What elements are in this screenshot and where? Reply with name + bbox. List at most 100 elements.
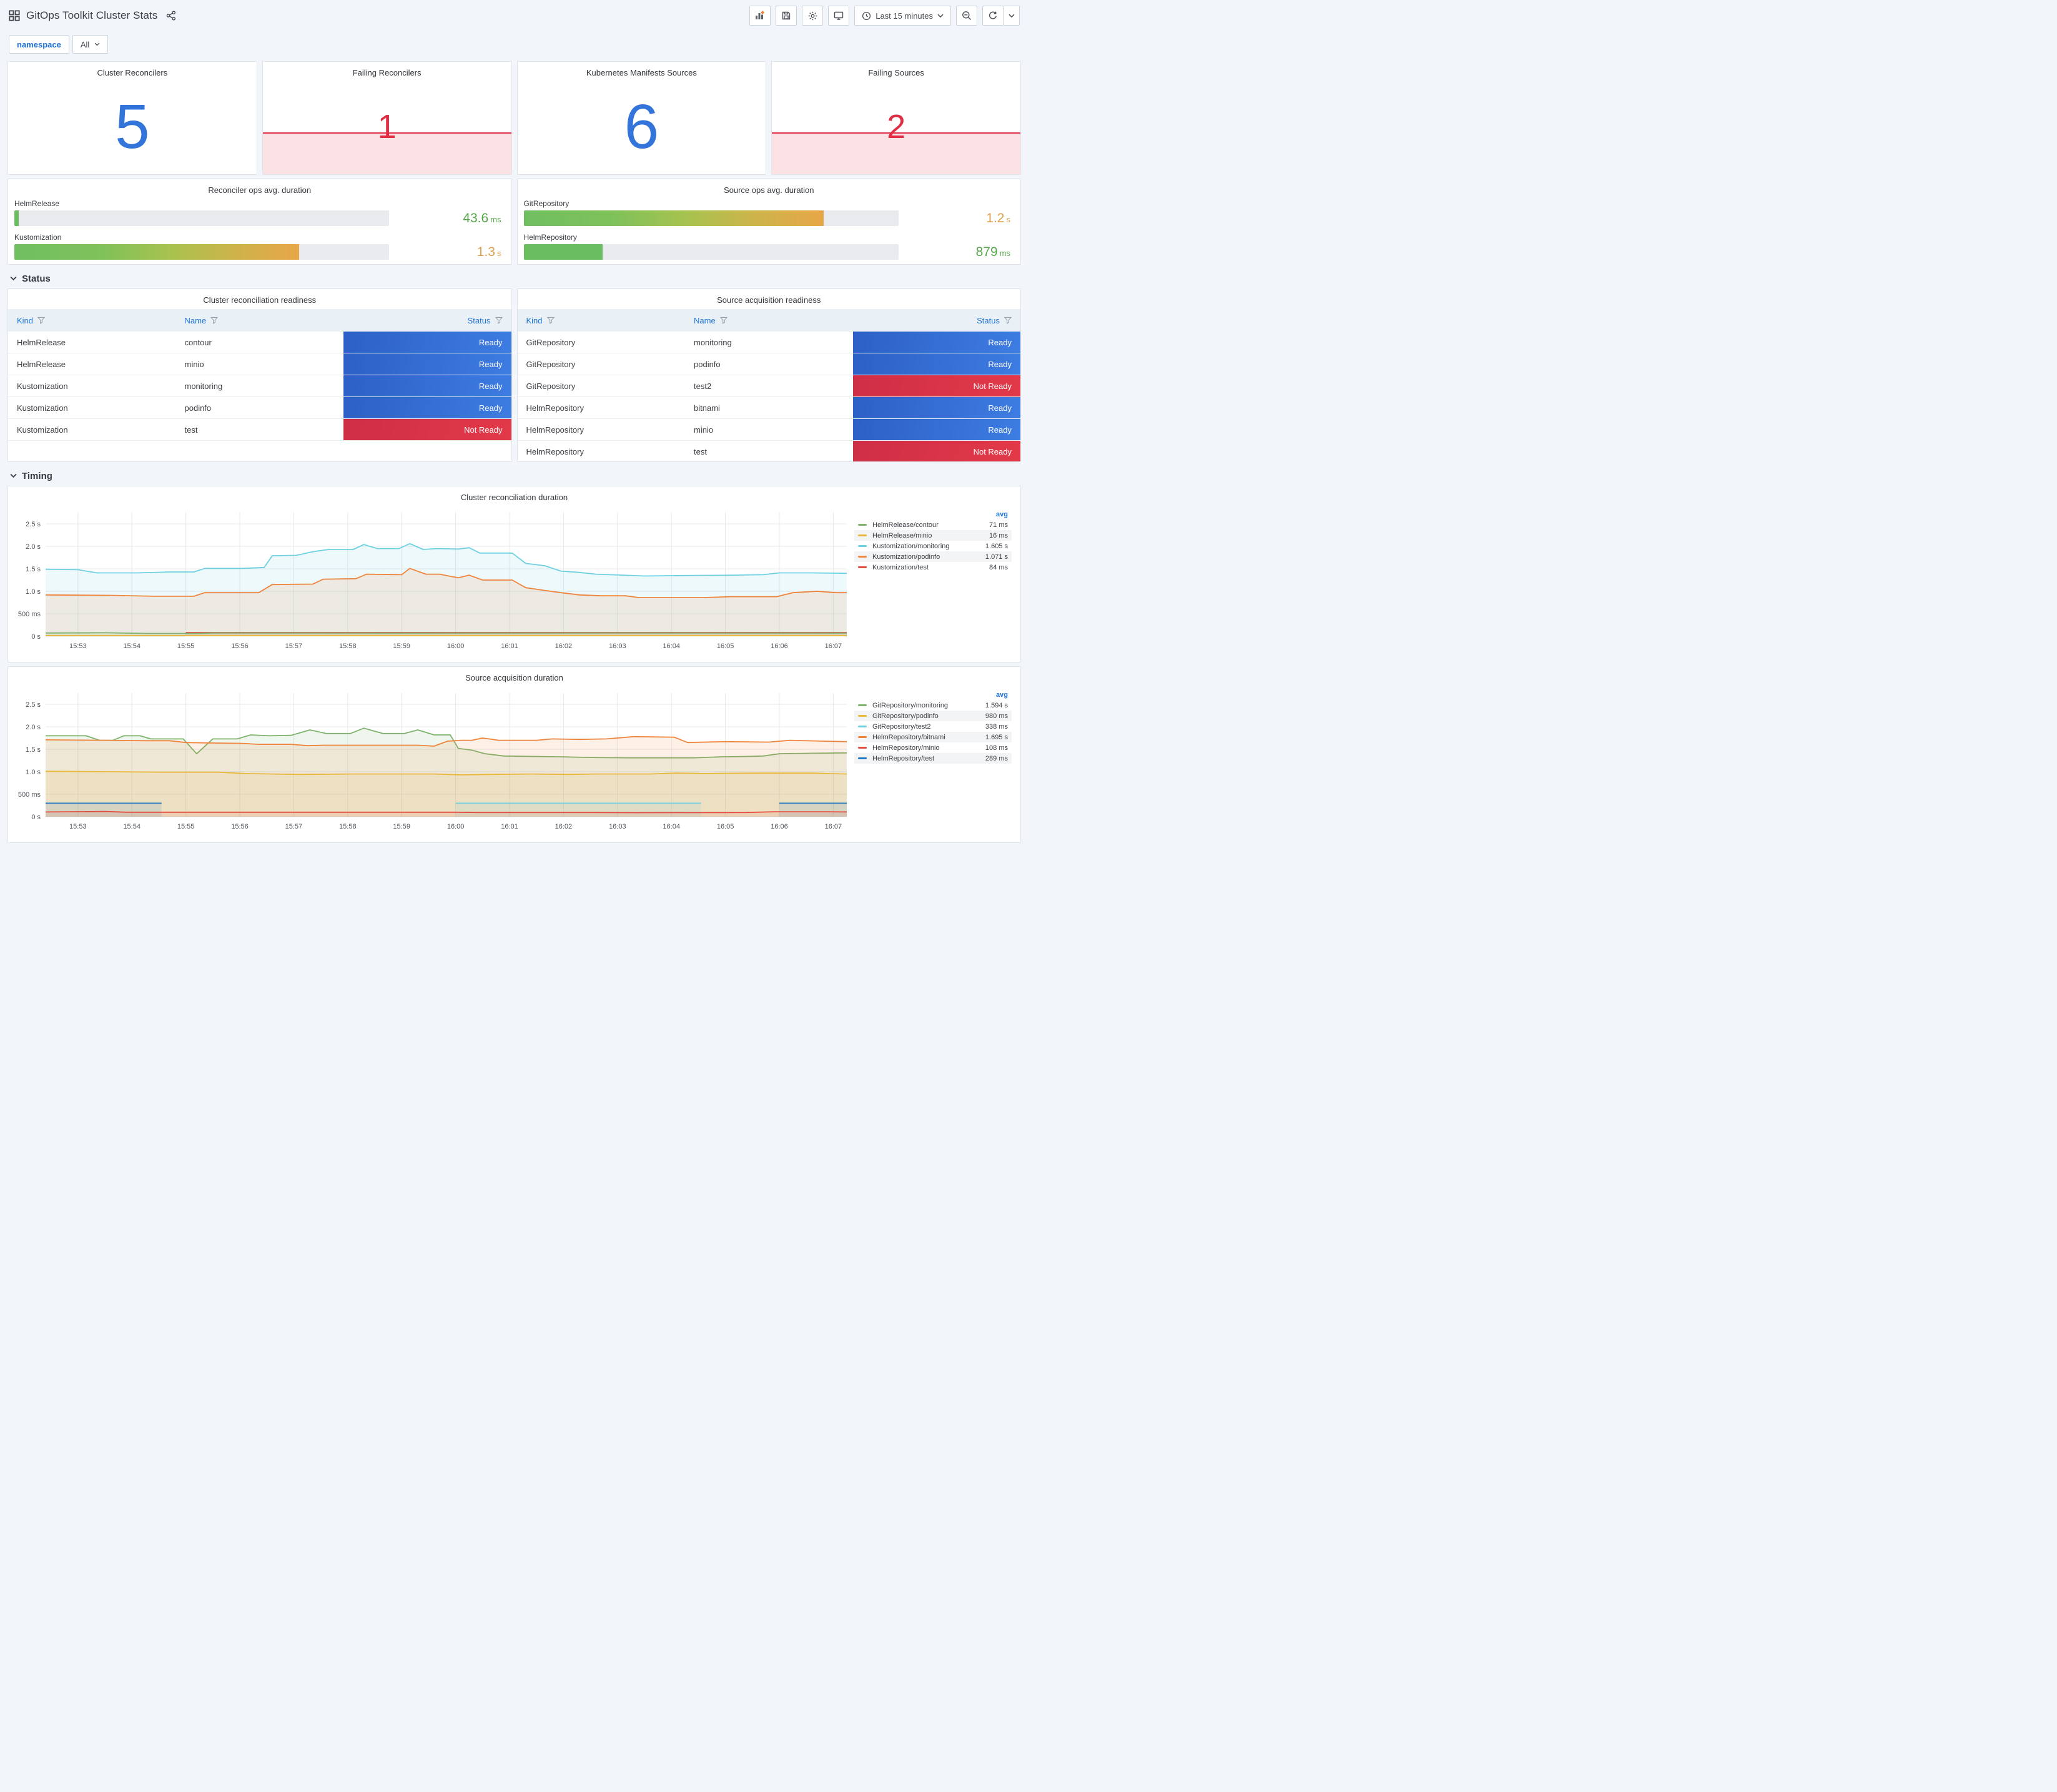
column-label: Status — [977, 315, 1000, 325]
table-column-header-status[interactable]: Status — [343, 316, 511, 325]
cycle-view-mode-button[interactable] — [828, 6, 850, 26]
share-dashboard-icon[interactable] — [166, 11, 176, 21]
legend-avg-header[interactable]: avg — [854, 509, 1012, 519]
cell-name: bitnami — [694, 403, 720, 413]
bar-gauge-bar-row: 1.3 s — [14, 244, 501, 260]
svg-text:15:53: 15:53 — [69, 823, 87, 830]
variable-namespace-label[interactable]: namespace — [9, 35, 69, 54]
cell-name: contour — [184, 337, 212, 347]
cell-status: Ready — [852, 353, 1020, 375]
legend-series-avg: 71 ms — [989, 521, 1008, 529]
bar-gauge-title: Source ops avg. duration — [723, 185, 814, 195]
zoom-out-button[interactable] — [956, 6, 977, 26]
legend-series-avg: 108 ms — [985, 744, 1008, 752]
table-row: Kustomization monitoring Ready — [8, 375, 511, 397]
cell-name: test — [184, 425, 198, 435]
legend-item[interactable]: HelmRepository/test 289 ms — [854, 753, 1012, 764]
bar-gauge-bar-row: 879 ms — [523, 244, 1010, 260]
legend-item[interactable]: Kustomization/test 84 ms — [854, 562, 1012, 573]
refresh-button[interactable] — [982, 6, 1004, 26]
svg-text:16:07: 16:07 — [825, 823, 842, 830]
timeseries-plot[interactable]: 15:53 15:54 15:55 15:56 15:57 15:58 15:59 16:00… — [12, 504, 852, 654]
legend-series-swatch — [858, 545, 867, 547]
svg-text:1.0 s: 1.0 s — [26, 588, 41, 596]
svg-text:16:05: 16:05 — [717, 642, 734, 650]
legend-item[interactable]: GitRepository/monitoring 1.594 s — [854, 700, 1012, 711]
timeseries-panel: Cluster reconciliation duration 15:53 15:5… — [7, 486, 1021, 662]
legend-series-avg: 289 ms — [985, 754, 1008, 762]
bar-gauge-panel: Reconciler ops avg. duration HelmRelease 4… — [7, 179, 512, 265]
stat-panel: Failing Reconcilers 1 — [262, 61, 512, 175]
svg-text:1.0 s: 1.0 s — [26, 769, 41, 776]
legend-series-name: HelmRepository/bitnami — [872, 733, 945, 741]
filter-funnel-icon[interactable] — [495, 317, 503, 324]
table-column-header-kind[interactable]: Kind — [8, 316, 176, 325]
time-range-picker[interactable]: Last 15 minutes — [854, 6, 951, 26]
filter-funnel-icon[interactable] — [1004, 317, 1012, 324]
filter-funnel-icon[interactable] — [210, 317, 219, 324]
table-column-header-kind[interactable]: Kind — [518, 316, 686, 325]
legend-item[interactable]: HelmRepository/minio 108 ms — [854, 742, 1012, 753]
bar-gauge-title: Reconciler ops avg. duration — [208, 185, 312, 195]
table-column-header-name[interactable]: Name — [685, 316, 853, 325]
chevron-down-icon — [937, 14, 944, 18]
section-header-timing[interactable]: Timing — [7, 466, 1021, 486]
dashboard-settings-button[interactable] — [802, 6, 824, 26]
bar-gauge-row: HelmRelease 43.6 ms — [14, 199, 501, 226]
cell-kind: HelmRepository — [526, 425, 584, 435]
cell-kind: GitRepository — [526, 359, 576, 369]
legend-series-swatch — [858, 524, 867, 526]
svg-text:16:04: 16:04 — [663, 642, 680, 650]
section-header-status[interactable]: Status — [7, 268, 1021, 288]
svg-text:16:00: 16:00 — [447, 642, 465, 650]
chevron-down-icon — [94, 42, 100, 46]
bar-gauge-row: GitRepository 1.2 s — [523, 199, 1010, 226]
table-panel-title: Cluster reconciliation readiness — [203, 295, 317, 305]
legend-series-avg: 1.071 s — [985, 553, 1008, 561]
chevron-down-icon — [10, 473, 17, 478]
legend-item[interactable]: GitRepository/test2 338 ms — [854, 721, 1012, 732]
legend-series-avg: 980 ms — [985, 712, 1008, 720]
chart-row: Source acquisition duration 15:53 15:54 15:… — [7, 666, 1021, 843]
cell-status: Not Ready — [343, 419, 511, 440]
timeseries-plot[interactable]: 15:53 15:54 15:55 15:56 15:57 15:58 15:59 16:00… — [12, 684, 852, 834]
svg-text:15:55: 15:55 — [177, 642, 195, 650]
legend-item[interactable]: GitRepository/podinfo 980 ms — [854, 711, 1012, 721]
legend-avg-header[interactable]: avg — [854, 689, 1012, 700]
gauge-row: Reconciler ops avg. duration HelmRelease 4… — [7, 179, 1021, 265]
legend-item[interactable]: HelmRepository/bitnami 1.695 s — [854, 732, 1012, 742]
variable-namespace-value-dropdown[interactable]: All — [72, 35, 109, 54]
svg-text:16:07: 16:07 — [825, 642, 842, 650]
stat-value: 1 — [377, 108, 397, 146]
filter-funnel-icon[interactable] — [719, 317, 728, 324]
bar-gauge-track — [523, 244, 899, 260]
legend-item[interactable]: Kustomization/monitoring 1.605 s — [854, 541, 1012, 551]
table-column-header-status[interactable]: Status — [853, 316, 1021, 325]
legend-series-swatch — [858, 757, 867, 759]
legend-item[interactable]: HelmRelease/minio 16 ms — [854, 530, 1012, 541]
table-column-header-name[interactable]: Name — [176, 316, 344, 325]
svg-text:15:57: 15:57 — [285, 823, 303, 830]
table-row: HelmRepository bitnami Ready — [517, 397, 1020, 419]
filter-funnel-icon[interactable] — [546, 317, 555, 324]
legend-series-name: Kustomization/test — [872, 563, 929, 571]
table-row: Kustomization test Not Ready — [8, 419, 511, 441]
add-panel-button[interactable] — [749, 6, 771, 26]
cell-kind: GitRepository — [526, 381, 576, 391]
legend-series-swatch — [858, 566, 867, 568]
legend-series-name: GitRepository/monitoring — [872, 701, 949, 709]
chart-row: Cluster reconciliation duration 15:53 15:5… — [7, 486, 1021, 662]
section-label: Status — [22, 273, 51, 284]
column-label: Name — [184, 315, 207, 325]
time-range-label: Last 15 minutes — [876, 11, 933, 21]
svg-text:16:00: 16:00 — [447, 823, 465, 830]
cell-kind: GitRepository — [526, 337, 576, 347]
timeseries-panel-title: Source acquisition duration — [465, 672, 563, 682]
svg-text:15:54: 15:54 — [123, 642, 141, 650]
save-dashboard-button[interactable] — [776, 6, 797, 26]
table-row: GitRepository podinfo Ready — [517, 353, 1020, 375]
refresh-interval-caret[interactable] — [1004, 6, 1020, 26]
legend-item[interactable]: HelmRelease/contour 71 ms — [854, 519, 1012, 530]
filter-funnel-icon[interactable] — [37, 317, 46, 324]
legend-item[interactable]: Kustomization/podinfo 1.071 s — [854, 551, 1012, 562]
